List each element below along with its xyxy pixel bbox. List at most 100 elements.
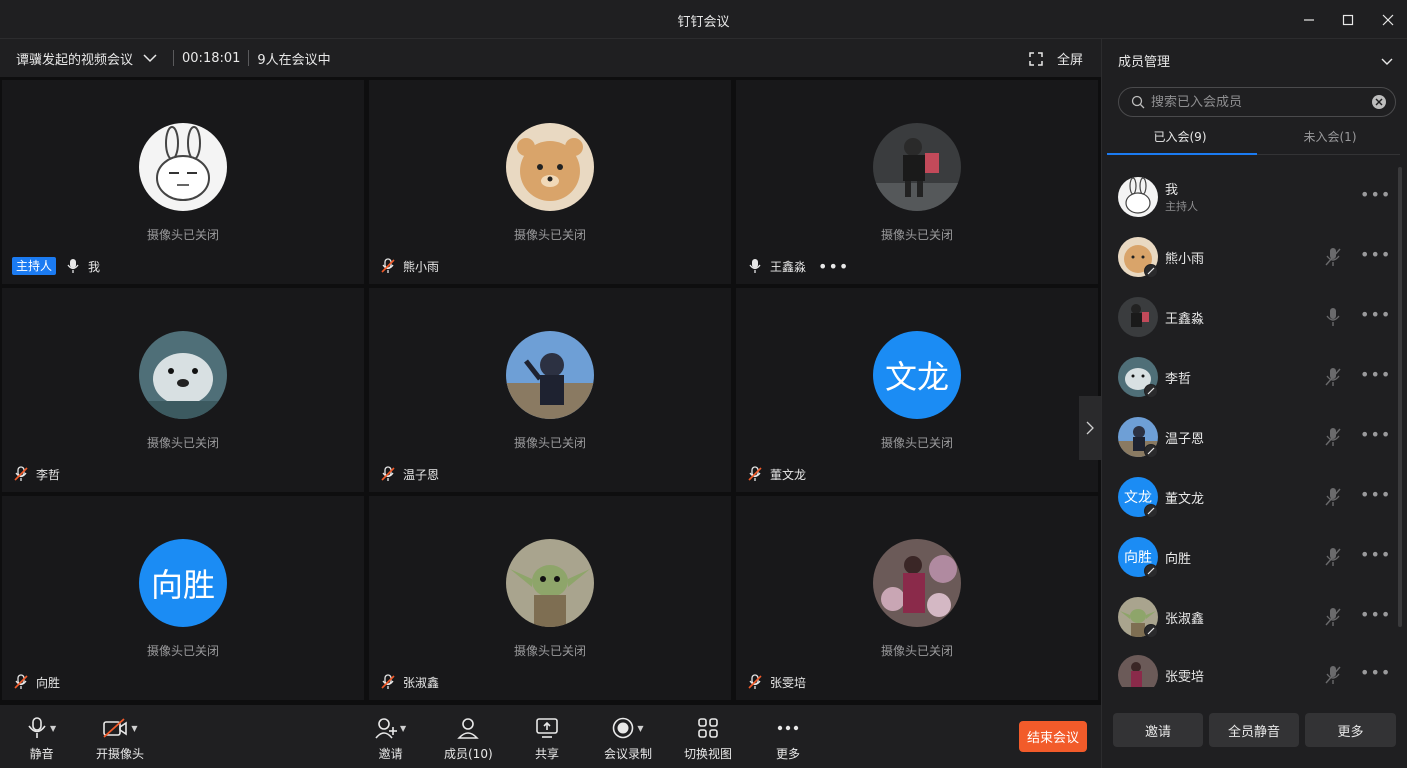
member-search-input[interactable] <box>1151 94 1361 110</box>
member-row[interactable]: 文龙 董文龙 ••• <box>1102 467 1402 527</box>
video-tile[interactable]: 摄像头已关闭 温子恩 <box>369 288 731 492</box>
divider <box>248 50 250 66</box>
tab-not-joined[interactable]: 未入会(1) <box>1257 128 1403 145</box>
member-more-button[interactable]: ••• <box>1360 185 1391 204</box>
camera-button[interactable]: ▼ 开摄像头 <box>96 715 144 762</box>
mic-muted-icon <box>379 465 397 483</box>
member-list-scrollbar[interactable] <box>1398 167 1402 627</box>
member-name: 我 <box>1165 183 1179 198</box>
member-more-button[interactable]: ••• <box>1360 365 1391 384</box>
video-tile[interactable]: 摄像头已关闭 王鑫淼 ••• <box>736 80 1098 284</box>
member-row[interactable]: 李哲 ••• <box>1102 347 1402 407</box>
member-row[interactable]: 王鑫淼 ••• <box>1102 287 1402 347</box>
member-row[interactable]: 向胜 向胜 ••• <box>1102 527 1402 587</box>
invite-members-button[interactable]: 邀请 <box>1113 713 1203 747</box>
caret-down-icon[interactable]: ▼ <box>131 724 137 733</box>
caret-down-icon[interactable]: ▼ <box>637 724 643 733</box>
tab-joined[interactable]: 已入会(9) <box>1107 128 1253 145</box>
mic-muted-badge-icon <box>1144 444 1158 458</box>
video-tile[interactable]: 文龙 摄像头已关闭 董文龙 <box>736 288 1098 492</box>
avatar <box>1118 177 1158 217</box>
photo-avatar-icon <box>1118 297 1158 337</box>
video-tile[interactable]: 摄像头已关闭 张雯培 <box>736 496 1098 700</box>
camera-off-text: 摄像头已关闭 <box>880 644 953 658</box>
yoda-avatar-icon <box>506 539 594 627</box>
member-name: 张雯培 <box>1165 670 1205 685</box>
member-more-button[interactable]: ••• <box>1360 305 1391 324</box>
member-row[interactable]: 温子恩 ••• <box>1102 407 1402 467</box>
tile-nameline: 李哲 <box>12 465 60 483</box>
video-tile[interactable]: 摄像头已关闭 主持人 我 <box>2 80 364 284</box>
mic-muted-icon <box>12 673 30 691</box>
close-button[interactable] <box>1376 8 1400 32</box>
share-button[interactable]: 共享 <box>535 715 559 762</box>
next-page-button[interactable] <box>1079 396 1101 460</box>
minimize-button[interactable] <box>1297 8 1321 32</box>
switch-view-button[interactable]: 切换视图 <box>684 715 732 762</box>
mic-muted-icon[interactable] <box>1322 606 1344 628</box>
member-more-button[interactable]: ••• <box>1360 545 1391 564</box>
caret-down-icon[interactable]: ▼ <box>400 724 406 733</box>
share-label: 共享 <box>535 747 560 761</box>
member-more-button[interactable]: ••• <box>1360 485 1391 504</box>
members-button[interactable]: 成员(10) <box>444 715 493 762</box>
video-tile[interactable]: 摄像头已关闭 熊小雨 <box>369 80 731 284</box>
record-button[interactable]: ▼ 会议录制 <box>604 715 652 762</box>
member-name: 张淑鑫 <box>1165 612 1205 627</box>
camera-off-text: 摄像头已关闭 <box>880 436 953 450</box>
camera-off-text: 摄像头已关闭 <box>513 436 586 450</box>
panel-more-button[interactable]: 更多 <box>1305 713 1396 747</box>
camera-off-text: 摄像头已关闭 <box>880 228 953 242</box>
mic-icon[interactable] <box>1322 306 1344 328</box>
video-grid: 摄像头已关闭 主持人 我 摄像头已关闭 熊小雨 摄像头已关闭 王鑫淼 ••• 摄… <box>0 78 1101 703</box>
meeting-area: 谭骥发起的视频会议 00:18:01 9人在会议中 全屏 摄像头已关闭 主持人 <box>0 39 1101 768</box>
mute-button[interactable]: ▼ 静音 <box>27 715 56 762</box>
mic-muted-icon[interactable] <box>1322 366 1344 388</box>
video-tile[interactable]: 摄像头已关闭 张淑鑫 <box>369 496 731 700</box>
video-tile[interactable]: 摄像头已关闭 李哲 <box>2 288 364 492</box>
member-row[interactable]: 张雯培 ••• <box>1102 645 1402 687</box>
member-name: 向胜 <box>1165 552 1192 567</box>
mic-muted-icon[interactable] <box>1322 486 1344 508</box>
participant-name: 李哲 <box>36 467 61 482</box>
member-more-button[interactable]: ••• <box>1360 663 1391 682</box>
participant-name: 温子恩 <box>403 467 440 482</box>
video-tile[interactable]: 向胜 摄像头已关闭 向胜 <box>2 496 364 700</box>
mic-muted-icon[interactable] <box>1322 546 1344 568</box>
avatar <box>139 123 227 211</box>
members-label: 成员(10) <box>444 747 493 761</box>
chevron-down-icon <box>143 54 157 63</box>
camera-label: 开摄像头 <box>96 747 145 761</box>
member-search-box[interactable] <box>1118 87 1396 117</box>
member-row[interactable]: 张淑鑫 ••• <box>1102 587 1402 647</box>
clear-search-icon[interactable] <box>1371 94 1387 110</box>
meeting-title-dropdown[interactable]: 谭骥发起的视频会议 <box>16 49 157 68</box>
more-dots-icon <box>777 725 799 731</box>
member-row[interactable]: 我 主持人 ••• <box>1102 167 1402 227</box>
panel-collapse-button[interactable] <box>1381 51 1393 70</box>
active-tab-indicator <box>1107 153 1257 155</box>
mic-muted-icon[interactable] <box>1322 246 1344 268</box>
more-button[interactable]: 更多 <box>776 715 800 762</box>
participant-name: 向胜 <box>36 675 61 690</box>
caret-down-icon[interactable]: ▼ <box>50 724 56 733</box>
member-more-button[interactable]: ••• <box>1360 245 1391 264</box>
member-more-button[interactable]: ••• <box>1360 605 1391 624</box>
minimize-icon <box>1304 19 1314 21</box>
maximize-button[interactable] <box>1336 8 1360 32</box>
member-row[interactable]: 熊小雨 ••• <box>1102 227 1402 287</box>
end-meeting-button[interactable]: 结束会议 <box>1019 721 1087 752</box>
mic-muted-badge-icon <box>1144 264 1158 278</box>
mic-muted-icon[interactable] <box>1322 426 1344 448</box>
rabbit-avatar-icon <box>139 123 227 211</box>
tile-nameline: 向胜 <box>12 673 60 691</box>
mic-muted-icon[interactable] <box>1322 664 1344 686</box>
participant-name: 我 <box>88 259 101 274</box>
mute-all-button[interactable]: 全员静音 <box>1209 713 1299 747</box>
text-avatar: 向胜 <box>139 539 227 627</box>
member-more-button[interactable]: ••• <box>1360 425 1391 444</box>
invite-button[interactable]: ▼ 邀请 <box>375 715 406 762</box>
more-label: 更多 <box>776 747 801 761</box>
more-options-button[interactable]: ••• <box>818 257 849 276</box>
fullscreen-button[interactable]: 全屏 <box>1029 49 1083 68</box>
